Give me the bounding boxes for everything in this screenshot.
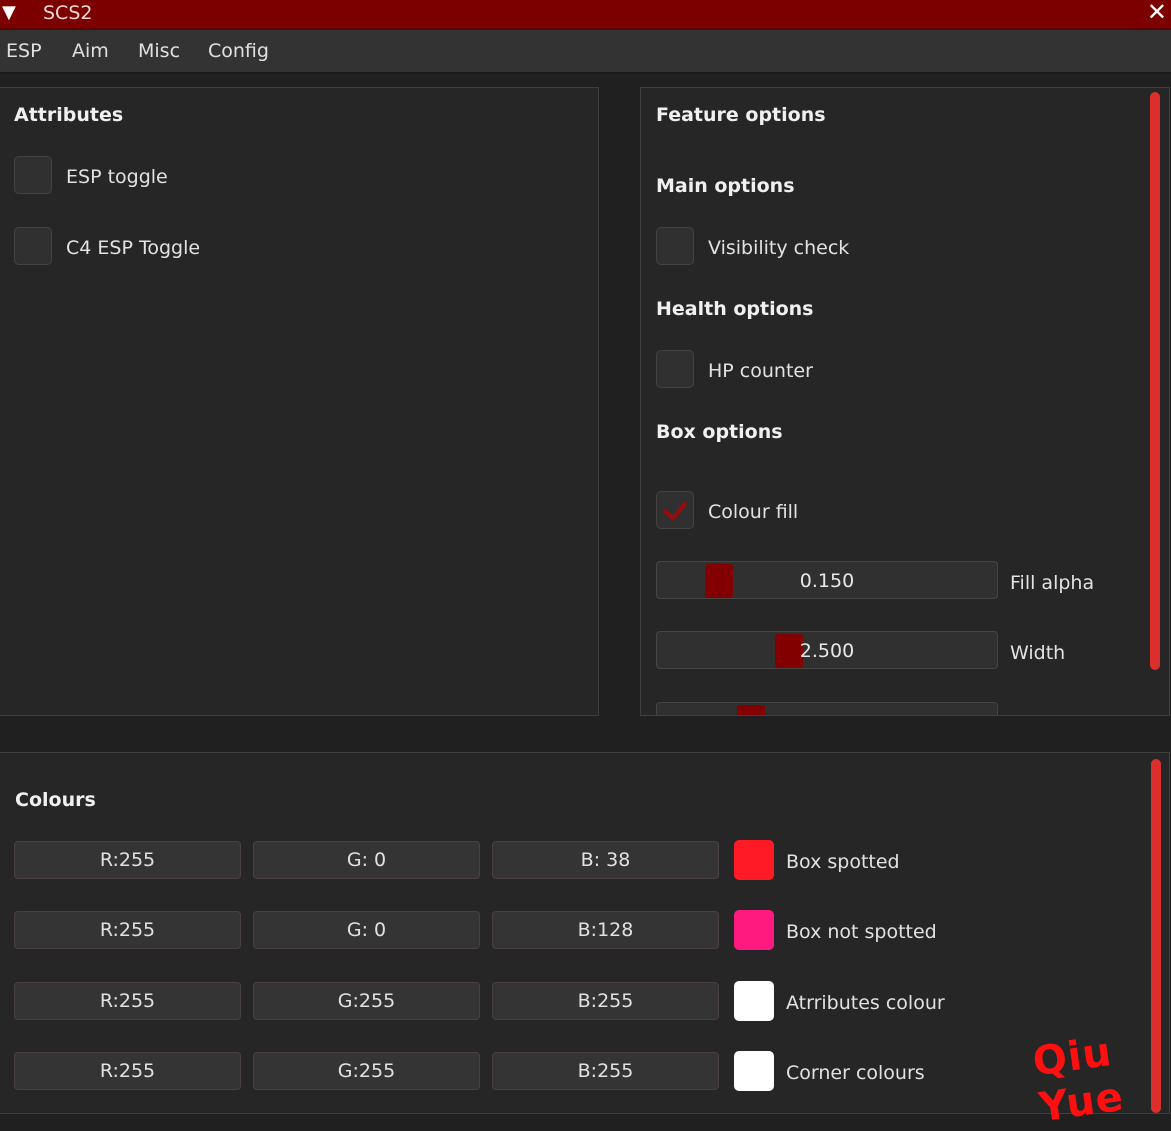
box-not-spotted-r-field[interactable]: R:255 bbox=[14, 911, 241, 949]
box-not-spotted-b-field[interactable]: B:128 bbox=[492, 911, 719, 949]
hp-counter-checkbox[interactable] bbox=[656, 350, 694, 388]
box-not-spotted-swatch[interactable] bbox=[734, 910, 774, 950]
attributes-panel: Attributes ESP toggle C4 ESP Toggle bbox=[0, 87, 599, 716]
corner-colours-b-field[interactable]: B:255 bbox=[492, 1052, 719, 1090]
hp-counter-label: HP counter bbox=[708, 360, 813, 382]
colours-heading: Colours bbox=[15, 789, 96, 811]
fill-alpha-slider[interactable]: 0.150 bbox=[656, 561, 998, 599]
attributes-colour-g-field[interactable]: G:255 bbox=[253, 982, 480, 1020]
colour-fill-label: Colour fill bbox=[708, 501, 799, 523]
width-slider[interactable]: 2.500 bbox=[656, 631, 998, 669]
esp-toggle-checkbox[interactable] bbox=[14, 156, 52, 194]
width-label: Width bbox=[1010, 642, 1066, 664]
c4-esp-toggle-checkbox[interactable] bbox=[14, 227, 52, 265]
feature-scrollbar[interactable] bbox=[1147, 88, 1163, 715]
collapse-arrow-icon[interactable]: ▼ bbox=[2, 1, 16, 25]
partial-slider[interactable] bbox=[656, 702, 998, 715]
fill-alpha-value: 0.150 bbox=[799, 570, 855, 592]
window-title: SCS2 bbox=[43, 2, 93, 24]
box-not-spotted-label: Box not spotted bbox=[786, 921, 937, 943]
c4-esp-toggle-label: C4 ESP Toggle bbox=[66, 237, 201, 259]
width-value: 2.500 bbox=[799, 640, 855, 662]
close-icon[interactable]: ✕ bbox=[1147, 0, 1167, 26]
box-not-spotted-g-field[interactable]: G: 0 bbox=[253, 911, 480, 949]
esp-toggle-label: ESP toggle bbox=[66, 166, 168, 188]
title-bar: ▼ SCS2 ✕ bbox=[0, 0, 1171, 30]
colour-fill-checkbox[interactable] bbox=[656, 491, 694, 529]
menu-bar: ESP Aim Misc Config bbox=[0, 30, 1171, 74]
menu-aim[interactable]: Aim bbox=[72, 40, 109, 62]
main-options-heading: Main options bbox=[656, 175, 795, 197]
attributes-colour-label: Atrributes colour bbox=[786, 992, 945, 1014]
feature-options-heading: Feature options bbox=[656, 104, 826, 126]
corner-colours-swatch[interactable] bbox=[734, 1051, 774, 1091]
box-spotted-g-field[interactable]: G: 0 bbox=[253, 841, 480, 879]
box-options-heading: Box options bbox=[656, 421, 783, 443]
box-spotted-r-field[interactable]: R:255 bbox=[14, 841, 241, 879]
corner-colours-r-field[interactable]: R:255 bbox=[14, 1052, 241, 1090]
attributes-colour-r-field[interactable]: R:255 bbox=[14, 982, 241, 1020]
feature-scrollbar-thumb[interactable] bbox=[1150, 92, 1160, 670]
partial-slider-grab[interactable] bbox=[737, 705, 765, 715]
attributes-colour-swatch[interactable] bbox=[734, 981, 774, 1021]
menu-esp[interactable]: ESP bbox=[6, 40, 42, 62]
visibility-check-label: Visibility check bbox=[708, 237, 850, 259]
attributes-colour-b-field[interactable]: B:255 bbox=[492, 982, 719, 1020]
box-spotted-label: Box spotted bbox=[786, 851, 900, 873]
watermark-text: Qiu Yue bbox=[1030, 1028, 1127, 1131]
corner-colours-label: Corner colours bbox=[786, 1062, 925, 1084]
menu-misc[interactable]: Misc bbox=[138, 40, 180, 62]
box-spotted-swatch[interactable] bbox=[734, 840, 774, 880]
attributes-heading: Attributes bbox=[14, 104, 124, 126]
visibility-check-checkbox[interactable] bbox=[656, 227, 694, 265]
box-spotted-b-field[interactable]: B: 38 bbox=[492, 841, 719, 879]
feature-options-panel: Feature options Main options Visibility … bbox=[640, 87, 1170, 716]
fill-alpha-label: Fill alpha bbox=[1010, 572, 1095, 594]
colours-panel: Colours R:255 G: 0 B: 38 Box spotted R:2… bbox=[0, 752, 1170, 1114]
corner-colours-g-field[interactable]: G:255 bbox=[253, 1052, 480, 1090]
health-options-heading: Health options bbox=[656, 298, 814, 320]
menu-config[interactable]: Config bbox=[208, 40, 269, 62]
